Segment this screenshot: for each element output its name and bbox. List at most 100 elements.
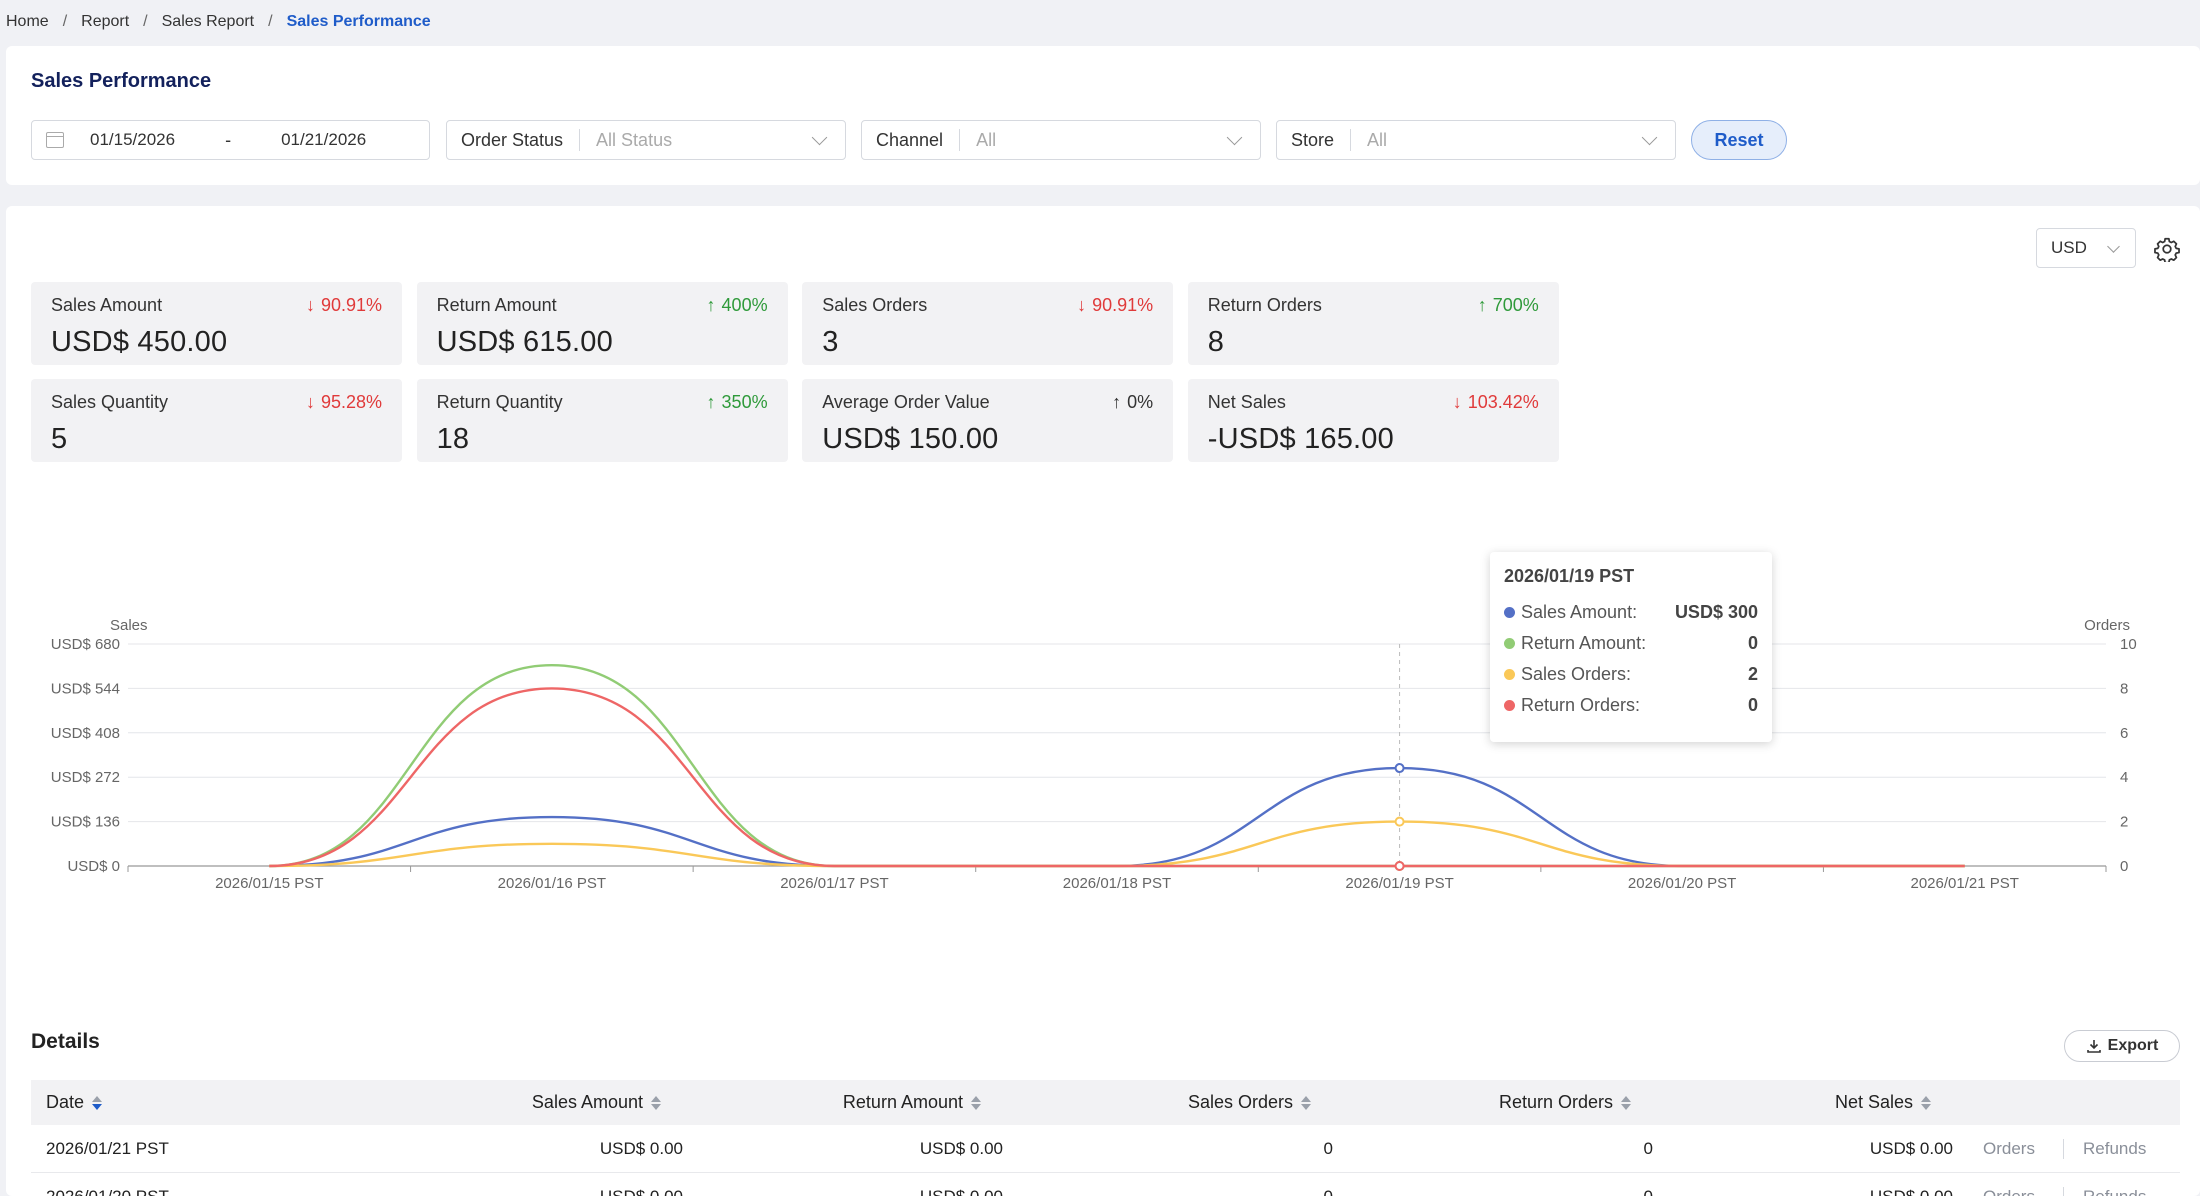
kpi-label: Average Order Value — [822, 392, 990, 412]
kpi-change-value: 400% — [721, 295, 768, 315]
y-right-tick-label: 10 — [2120, 636, 2137, 653]
column-header[interactable]: Return Orders — [1411, 1080, 1631, 1125]
channel-value: All — [976, 129, 997, 150]
sort-icon[interactable] — [1621, 1095, 1631, 1110]
divider — [959, 129, 961, 151]
x-tick-label: 2026/01/21 PST — [1911, 875, 2019, 892]
table-header: Date Sales Amount Return Amount Sales Order… — [31, 1080, 2180, 1125]
table-cell-net-sales: USD$ 0.00 — [1731, 1173, 1953, 1196]
kpi-change-value: 103.42% — [1467, 392, 1539, 412]
orders-link[interactable]: Orders — [1983, 1173, 2035, 1196]
legend-dot-icon — [1504, 638, 1515, 649]
refunds-link[interactable]: Refunds — [2083, 1173, 2146, 1196]
table-cell-return-orders: 0 — [1411, 1173, 1653, 1196]
y-right-tick-label: 6 — [2120, 725, 2128, 742]
tooltip-title: 2026/01/19 PST — [1504, 566, 1635, 586]
tooltip-row: Return Orders: 0 — [1504, 690, 1758, 721]
tooltip-series-name: Sales Amount: — [1521, 602, 1638, 622]
arrow-down-icon: ↓ — [305, 392, 315, 412]
x-tick-label: 2026/01/16 PST — [498, 875, 606, 892]
y-left-tick-label: USD$ 544 — [51, 680, 120, 697]
y-right-tick-label: 0 — [2120, 858, 2128, 875]
x-tick-label: 2026/01/15 PST — [215, 875, 323, 892]
table-cell-return-orders: 0 — [1643, 1139, 1653, 1158]
kpi-change: ↑ 400% — [707, 295, 768, 316]
date-range-picker[interactable]: 01/15/2026 - 01/21/2026 — [31, 120, 430, 160]
details-table: Date Sales Amount Return Amount Sales Order… — [31, 1080, 2180, 1196]
sort-icon[interactable] — [651, 1095, 661, 1110]
column-header-label: Net Sales — [1834, 1092, 1913, 1112]
order-status-select[interactable]: Order Status All Status — [446, 120, 846, 160]
export-button[interactable]: Export — [2064, 1030, 2180, 1062]
channel-label: Channel — [876, 129, 944, 150]
calendar-icon — [46, 132, 64, 148]
orders-link[interactable]: Orders — [1983, 1125, 2035, 1173]
gear-icon[interactable] — [2154, 236, 2180, 262]
tooltip-series-name: Sales Orders: — [1521, 664, 1632, 684]
date-separator: - — [225, 129, 232, 150]
breadcrumb: Home / Report / Sales Report / Sales Per… — [6, 10, 431, 34]
kpi-value: -USD$ 165.00 — [1207, 423, 1394, 455]
tooltip-series-value: 0 — [1747, 695, 1758, 715]
date-from[interactable]: 01/15/2026 — [90, 130, 175, 150]
table-cell-sales-amount: USD$ 0.00 — [461, 1173, 683, 1196]
column-header[interactable]: Sales Orders — [1091, 1080, 1311, 1125]
kpi-change: ↑ 700% — [1478, 295, 1539, 316]
kpi-label: Return Quantity — [436, 392, 563, 412]
chevron-down-icon — [1641, 129, 1658, 145]
chevron-down-icon — [1226, 129, 1243, 145]
breadcrumb-separator: / — [62, 13, 68, 30]
kpi-value: 5 — [51, 423, 68, 455]
column-header[interactable]: Date — [46, 1080, 103, 1125]
kpi-change: ↓ 103.42% — [1453, 392, 1539, 413]
order-status-value: All Status — [596, 129, 673, 150]
tooltip-row: Return Amount: 0 — [1504, 628, 1758, 659]
tooltip-series-value: 2 — [1747, 664, 1758, 684]
breadcrumb-sales-report[interactable]: Sales Report — [162, 13, 255, 31]
kpi-card: Sales Amount ↓ 90.91% USD$ 450.00 — [31, 282, 402, 365]
kpi-label: Sales Amount — [51, 295, 163, 315]
table-row: 2026/01/21 PST USD$ 0.00 USD$ 0.00 0 0 USD$ 0… — [31, 1125, 2180, 1173]
sort-icon[interactable] — [1921, 1095, 1931, 1110]
reset-button[interactable]: Reset — [1691, 120, 1787, 160]
refunds-link[interactable]: Refunds — [2083, 1125, 2146, 1173]
store-select[interactable]: Store All — [1276, 120, 1676, 160]
breadcrumb-home[interactable]: Home — [6, 13, 49, 31]
column-header[interactable]: Sales Amount — [461, 1080, 661, 1125]
breadcrumb-separator: / — [143, 13, 148, 30]
kpi-card: Net Sales ↓ 103.42% -USD$ 165.00 — [1187, 379, 1559, 462]
chart-tooltip: 2026/01/19 PST Sales Amount: USD$ 300 Retu… — [1490, 552, 1772, 742]
channel-select[interactable]: Channel All — [861, 120, 1261, 160]
breadcrumb-report[interactable]: Report — [81, 13, 129, 31]
currency-select[interactable]: USD — [2036, 228, 2136, 268]
export-label: Export — [2107, 1037, 2159, 1054]
table-cell-sales-amount: USD$ 0.00 — [599, 1139, 683, 1158]
kpi-label: Return Amount — [436, 295, 557, 315]
kpi-value: 3 — [822, 326, 839, 358]
kpi-change-value: 90.91% — [320, 295, 382, 315]
kpi-card: Return Amount ↑ 400% USD$ 615.00 — [416, 282, 788, 365]
kpi-change-value: 0% — [1127, 392, 1154, 412]
kpi-change-value: 350% — [721, 392, 768, 412]
table-cell-return-amount: USD$ 0.00 — [919, 1139, 1003, 1158]
breadcrumb-current: Sales Performance — [286, 13, 431, 30]
kpi-card: Sales Quantity ↓ 95.28% 5 — [31, 379, 402, 462]
sort-icon[interactable] — [971, 1095, 981, 1110]
divider — [1350, 129, 1352, 151]
column-header[interactable]: Net Sales — [1731, 1080, 1931, 1125]
column-header-label: Sales Orders — [1187, 1092, 1293, 1112]
breadcrumb-separator: / — [268, 13, 273, 30]
column-header[interactable]: Return Amount — [781, 1080, 981, 1125]
link-divider — [2063, 1187, 2064, 1196]
kpi-change-value: 90.91% — [1092, 295, 1154, 315]
kpi-label: Sales Orders — [822, 295, 928, 315]
kpi-change: ↓ 95.28% — [306, 392, 382, 413]
y-right-tick-label: 4 — [2120, 769, 2128, 786]
sort-icon[interactable] — [1301, 1095, 1311, 1110]
column-header-label: Date — [46, 1092, 85, 1112]
legend-dot-icon — [1504, 669, 1515, 680]
sort-icon[interactable] — [92, 1095, 103, 1110]
chevron-down-icon — [2107, 239, 2120, 253]
date-to[interactable]: 01/21/2026 — [281, 130, 366, 150]
x-tick-label: 2026/01/20 PST — [1628, 875, 1736, 892]
